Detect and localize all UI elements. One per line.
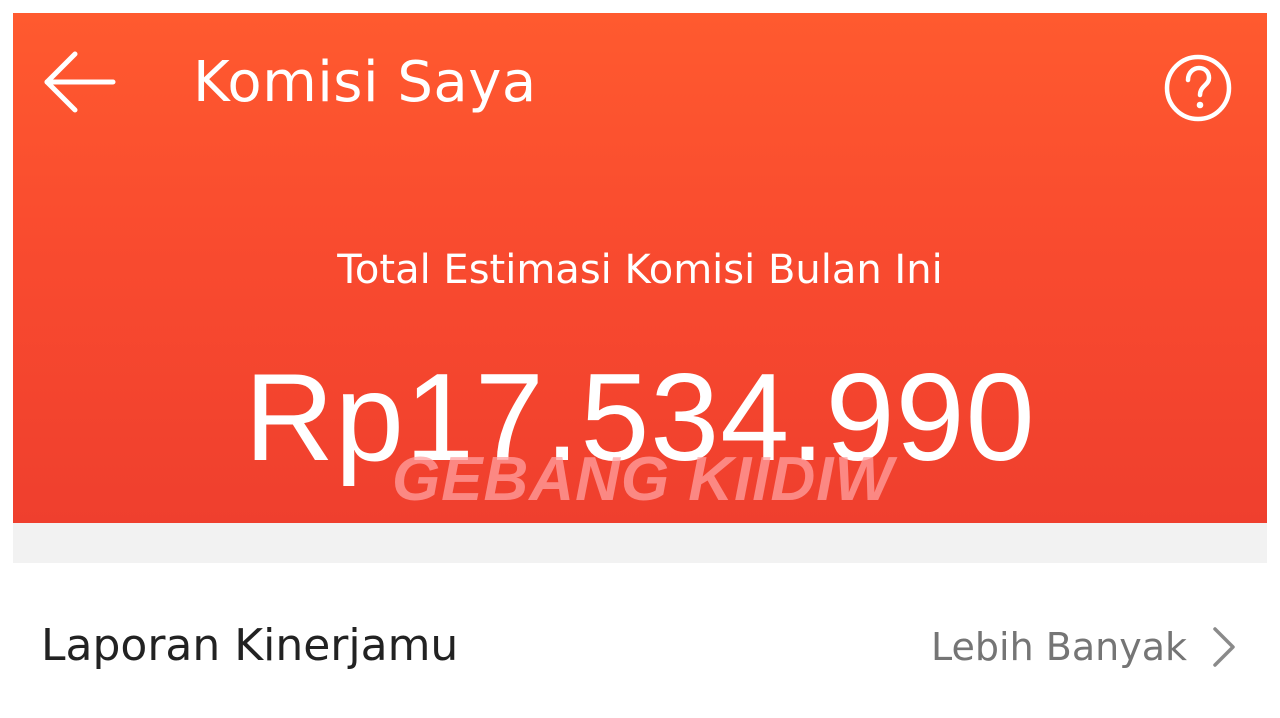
commission-label: Total Estimasi Komisi Bulan Ini bbox=[337, 247, 943, 293]
performance-report-row: Laporan Kinerjamu Lebih Banyak bbox=[13, 563, 1267, 718]
commission-header: Komisi Saya Total Estimasi Komisi Bulan … bbox=[13, 13, 1267, 523]
question-circle-icon bbox=[1163, 53, 1233, 123]
chevron-right-icon bbox=[1209, 625, 1239, 669]
more-link[interactable]: Lebih Banyak bbox=[931, 621, 1239, 673]
more-link-label: Lebih Banyak bbox=[931, 625, 1187, 669]
page-title: Komisi Saya bbox=[193, 50, 537, 115]
arrow-left-icon bbox=[39, 47, 119, 117]
section-divider bbox=[13, 523, 1267, 563]
watermark-text: GEBANG KIIDIW bbox=[391, 445, 895, 514]
help-button[interactable] bbox=[1163, 53, 1233, 123]
app-screen: Komisi Saya Total Estimasi Komisi Bulan … bbox=[13, 13, 1267, 718]
back-button[interactable] bbox=[39, 47, 119, 117]
report-title: Laporan Kinerjamu bbox=[41, 620, 459, 671]
